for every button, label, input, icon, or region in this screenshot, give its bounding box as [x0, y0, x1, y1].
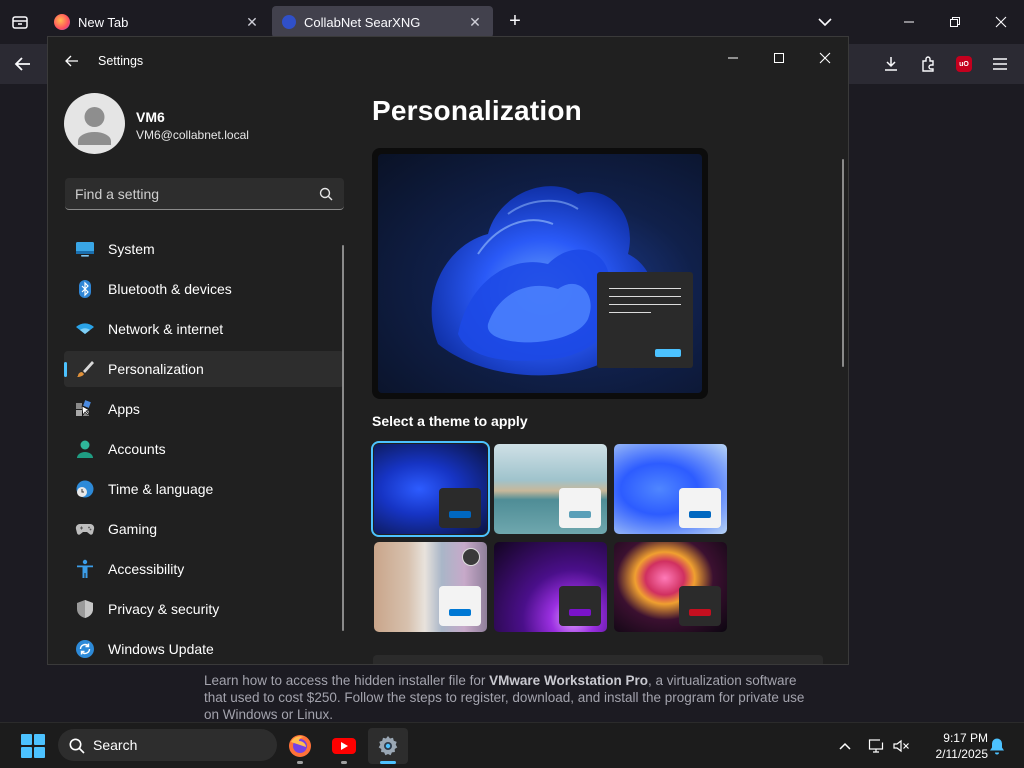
close-tab-icon[interactable]: ✕	[467, 14, 483, 31]
sidebar-item-personalization[interactable]: Personalization	[64, 351, 344, 387]
firefox-icon	[54, 14, 70, 30]
theme-windows-dark[interactable]	[371, 441, 490, 537]
tab-new-tab[interactable]: New Tab ✕	[44, 6, 270, 38]
network-icon[interactable]	[866, 735, 888, 757]
back-icon[interactable]	[62, 51, 82, 71]
shield-icon	[77, 600, 93, 618]
taskbar-firefox[interactable]	[280, 728, 320, 764]
searxng-icon	[282, 15, 296, 29]
sidebar-item-apps[interactable]: Apps	[64, 391, 344, 427]
taskbar-clock[interactable]: 9:17 PM 2/11/2025	[918, 730, 989, 762]
extensions-icon[interactable]	[915, 52, 941, 76]
tab-searxng[interactable]: CollabNet SearXNG ✕	[272, 6, 493, 38]
youtube-icon	[332, 738, 356, 754]
bluetooth-icon	[79, 280, 91, 298]
brush-icon	[77, 361, 94, 377]
sidebar-item-system[interactable]: System	[64, 231, 344, 267]
volume-muted-icon[interactable]	[890, 735, 912, 757]
theme-flow-red[interactable]	[614, 542, 727, 632]
clock-time: 9:17 PM	[943, 731, 988, 745]
tab-title: CollabNet SearXNG	[304, 14, 421, 30]
theme-spotlight-blossom[interactable]	[374, 542, 487, 632]
new-tab-button[interactable]: +	[503, 10, 527, 34]
sidebar-item-time-language[interactable]: Time & language	[64, 471, 344, 507]
accessibility-icon	[77, 559, 93, 578]
sidebar-item-accounts[interactable]: Accounts	[64, 431, 344, 467]
chevron-up-icon[interactable]	[834, 735, 856, 757]
system-icon	[76, 242, 94, 257]
close-button[interactable]	[802, 43, 848, 73]
page-title: Personalization	[372, 95, 582, 126]
settings-nav: System Bluetooth & devices Network & int…	[64, 231, 344, 664]
firefox-view-icon[interactable]	[8, 10, 32, 34]
back-icon[interactable]	[10, 52, 36, 76]
globe-clock-icon	[76, 480, 94, 498]
wallpaper-preview	[378, 154, 702, 393]
chevron-down-icon[interactable]	[814, 12, 836, 32]
find-setting-search[interactable]	[65, 178, 344, 210]
ublock-badge: uO	[956, 56, 972, 72]
taskbar-youtube[interactable]	[324, 728, 364, 764]
minimize-button[interactable]	[886, 8, 932, 36]
maximize-button[interactable]	[756, 43, 802, 73]
search-icon	[69, 738, 85, 754]
preview-dialog-mock	[597, 272, 693, 368]
settings-window: Settings VM6 VM6@collabnet.local System …	[47, 36, 849, 665]
user-email: VM6@collabnet.local	[136, 128, 249, 142]
content-scrollbar[interactable]	[842, 159, 844, 367]
start-button[interactable]	[21, 734, 45, 758]
sidebar-item-accessibility[interactable]: Accessibility	[64, 551, 344, 587]
person-icon	[77, 440, 93, 458]
close-button[interactable]	[978, 8, 1024, 36]
sidebar-item-gaming[interactable]: Gaming	[64, 511, 344, 547]
avatar[interactable]	[64, 93, 125, 154]
taskbar-search[interactable]: Search	[58, 729, 277, 761]
settings-gear-icon	[378, 736, 398, 756]
settings-titlebar: Settings	[48, 37, 848, 85]
theme-glow-lake[interactable]	[494, 444, 607, 534]
minimize-button[interactable]	[710, 43, 756, 73]
ublock-icon[interactable]: uO	[951, 52, 977, 76]
taskbar: Search 9:17 PM 2/11/2025	[0, 722, 1024, 768]
close-tab-icon[interactable]: ✕	[244, 14, 260, 31]
taskbar-settings[interactable]	[368, 728, 408, 764]
theme-windows-light[interactable]	[614, 444, 727, 534]
tab-title: New Tab	[78, 14, 129, 30]
search-result-snippet: Learn how to access the hidden installer…	[204, 673, 805, 722]
search-label: Search	[93, 737, 138, 753]
settings-title: Settings	[98, 54, 144, 68]
clock-date: 2/11/2025	[935, 747, 989, 761]
sidebar-item-network[interactable]: Network & internet	[64, 311, 344, 347]
menu-icon[interactable]	[987, 52, 1013, 76]
search-icon	[319, 187, 333, 201]
apps-icon	[76, 400, 91, 416]
notification-bell-icon[interactable]	[986, 735, 1008, 757]
spotlight-icon	[462, 548, 480, 566]
restore-button[interactable]	[932, 8, 978, 36]
sidebar-item-windows-update[interactable]: Windows Update	[64, 631, 344, 664]
sidebar-item-privacy[interactable]: Privacy & security	[64, 591, 344, 627]
theme-glow-purple[interactable]	[494, 542, 607, 632]
firefox-icon	[289, 735, 311, 757]
update-icon	[76, 640, 94, 658]
sidebar-item-bluetooth[interactable]: Bluetooth & devices	[64, 271, 344, 307]
theme-preview	[372, 148, 708, 399]
wifi-icon	[76, 323, 94, 334]
gamepad-icon	[75, 523, 95, 535]
user-name: VM6	[136, 109, 165, 125]
settings-card[interactable]	[373, 655, 823, 664]
nav-scrollbar[interactable]	[342, 245, 344, 631]
search-input[interactable]	[75, 184, 305, 204]
themes-heading: Select a theme to apply	[372, 413, 528, 429]
download-icon[interactable]	[878, 52, 904, 76]
